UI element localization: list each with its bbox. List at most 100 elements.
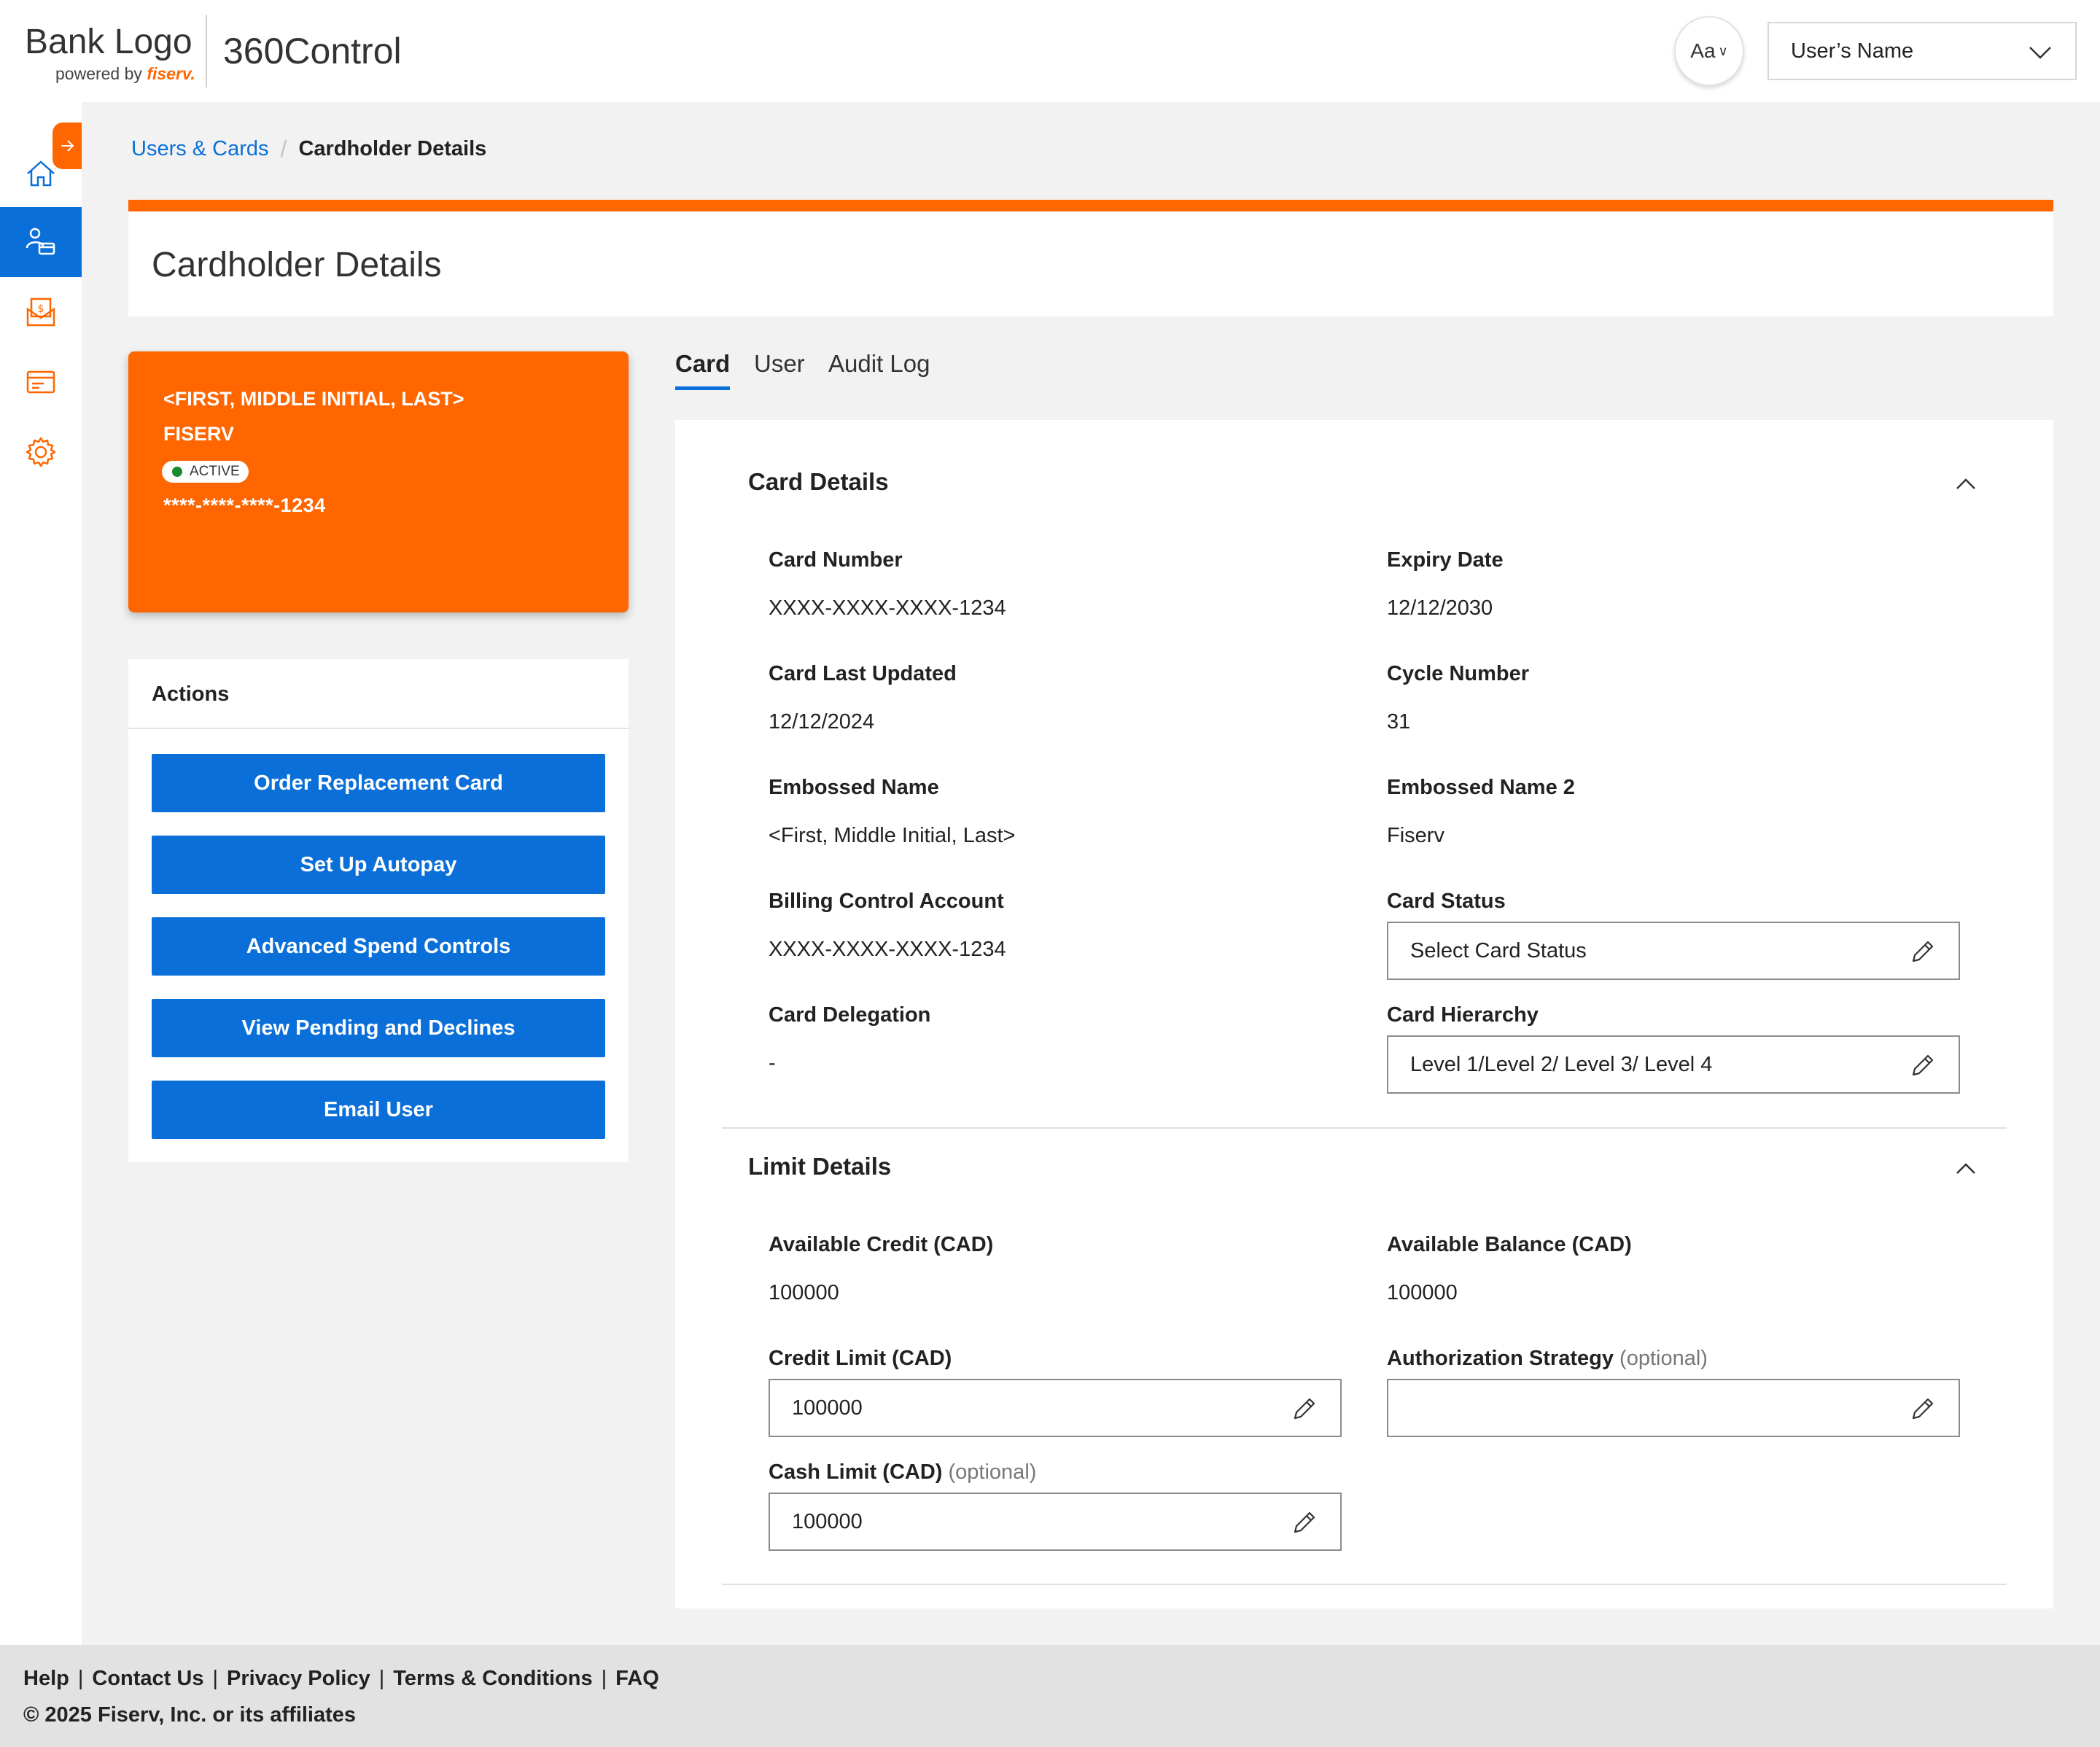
breadcrumb-current: Cardholder Details (298, 137, 487, 160)
nav-item-cards[interactable] (0, 347, 82, 417)
pencil-icon[interactable] (1291, 1509, 1318, 1536)
optional-tag: (optional) (948, 1460, 1037, 1484)
pencil-icon[interactable] (1909, 1051, 1937, 1079)
top-header: Bank Logo powered by fiserv. 360Control … (0, 0, 2100, 102)
authorization-strategy-label-text: Authorization Strategy (1387, 1347, 1614, 1370)
powered-by-text: powered by fiserv. (55, 64, 195, 84)
footer-link-faq[interactable]: FAQ (615, 1667, 659, 1690)
footer-separator: | (77, 1667, 84, 1690)
pencil-icon[interactable] (1909, 938, 1937, 965)
expiry-date-value: 12/12/2030 (1387, 596, 1493, 620)
header-divider (206, 15, 207, 87)
card-number-label: Card Number (769, 548, 903, 572)
home-icon (27, 160, 55, 187)
cycle-number-value: 31 (1387, 710, 1411, 734)
user-menu-dropdown[interactable]: User’s Name (1768, 22, 2077, 80)
card-last-updated-label: Card Last Updated (769, 662, 957, 685)
status-badge: ACTIVE (162, 461, 249, 483)
footer-link-contact-us[interactable]: Contact Us (92, 1667, 203, 1690)
bank-logo[interactable]: Bank Logo powered by fiserv. (25, 22, 200, 87)
limit-details-title: Limit Details (748, 1153, 892, 1180)
actions-panel: Actions Order Replacement Card Set Up Au… (128, 659, 629, 1162)
available-credit-label: Available Credit (CAD) (769, 1233, 994, 1256)
chevron-up-icon[interactable] (1953, 471, 1979, 497)
status-badge-label: ACTIVE (190, 464, 240, 479)
card-status-label: Card Status (1387, 890, 1506, 913)
gear-icon (26, 437, 56, 467)
card-masked-number: ****-****-****-1234 (163, 494, 326, 516)
available-credit-value: 100000 (769, 1281, 839, 1304)
embossed-name-value: <First, Middle Initial, Last> (769, 824, 1016, 847)
font-size-toggle-button[interactable]: Aa ∨ (1674, 16, 1744, 86)
section-divider (722, 1127, 2007, 1129)
view-pending-declines-button[interactable]: View Pending and Declines (152, 999, 605, 1057)
credit-limit-value: 100000 (792, 1396, 863, 1420)
cash-limit-label-text: Cash Limit (CAD) (769, 1460, 943, 1484)
tab-card[interactable]: Card (675, 350, 731, 390)
optional-tag: (optional) (1619, 1347, 1708, 1370)
card-delegation-value: - (769, 1051, 776, 1075)
breadcrumb-link-users-cards[interactable]: Users & Cards (131, 137, 269, 161)
footer-link-privacy-policy[interactable]: Privacy Policy (227, 1667, 370, 1690)
available-balance-value: 100000 (1387, 1281, 1458, 1304)
font-size-label: Aa (1690, 39, 1716, 62)
embossed-name-2-value: Fiserv (1387, 824, 1444, 847)
card-details-title: Card Details (748, 468, 889, 495)
breadcrumb: Users & Cards / Cardholder Details (131, 136, 486, 163)
card-holder-name: <FIRST, MIDDLE INITIAL, LAST> (163, 388, 464, 410)
card-delegation-label: Card Delegation (769, 1003, 931, 1027)
advanced-spend-controls-button[interactable]: Advanced Spend Controls (152, 917, 605, 976)
card-visual: <FIRST, MIDDLE INITIAL, LAST> FISERV ACT… (128, 351, 629, 612)
cash-limit-label: Cash Limit (CAD) (optional) (769, 1460, 1036, 1485)
cash-limit-value: 100000 (792, 1509, 863, 1533)
footer-separator: | (212, 1667, 219, 1690)
footer: Help | Contact Us | Privacy Policy | Terms & C… (0, 1645, 2100, 1747)
set-up-autopay-button[interactable]: Set Up Autopay (152, 836, 605, 894)
page-title-panel: Cardholder Details (128, 200, 2053, 316)
svg-text:$: $ (38, 303, 44, 315)
billing-control-account-value: XXXX-XXXX-XXXX-1234 (769, 938, 1006, 961)
pencil-icon[interactable] (1291, 1395, 1318, 1423)
available-balance-label: Available Balance (CAD) (1387, 1233, 1632, 1256)
footer-link-help[interactable]: Help (23, 1667, 69, 1690)
user-name: User’s Name (1791, 39, 1914, 63)
cash-limit-field[interactable]: 100000 (769, 1493, 1342, 1551)
chevron-down-icon: ∨ (1718, 43, 1728, 58)
authorization-strategy-field[interactable] (1387, 1379, 1960, 1437)
tab-audit-log[interactable]: Audit Log (828, 350, 930, 386)
app-name: 360Control (223, 31, 402, 71)
nav-item-users-cards[interactable] (0, 207, 82, 277)
actions-divider (128, 728, 629, 729)
statement-icon: $ (26, 297, 55, 327)
card-hierarchy-value: Level 1/Level 2/ Level 3/ Level 4 (1410, 1052, 1713, 1076)
nav-item-home[interactable] (0, 139, 82, 209)
chevron-down-icon (2029, 47, 2051, 59)
card-status-field[interactable]: Select Card Status (1387, 922, 1960, 980)
email-user-button[interactable]: Email User (152, 1081, 605, 1139)
bank-logo-text: Bank Logo (25, 23, 192, 61)
cycle-number-label: Cycle Number (1387, 662, 1530, 685)
nav-item-settings[interactable] (0, 417, 82, 487)
footer-separator: | (378, 1667, 385, 1690)
status-dot-icon (172, 467, 182, 477)
chevron-up-icon[interactable] (1953, 1156, 1979, 1182)
actions-title: Actions (152, 682, 230, 706)
card-detail-panel: Card Details Card Number XXXX-XXXX-XXXX-… (675, 420, 2053, 1608)
page-title: Cardholder Details (152, 246, 442, 284)
breadcrumb-separator: / (280, 136, 287, 162)
footer-link-terms[interactable]: Terms & Conditions (393, 1667, 592, 1690)
footer-copyright: © 2025 Fiserv, Inc. or its affiliates (23, 1703, 357, 1727)
powered-by-label: powered by (55, 64, 142, 83)
card-status-value: Select Card Status (1410, 938, 1587, 962)
billing-control-account-label: Billing Control Account (769, 890, 1004, 913)
tab-user[interactable]: User (754, 350, 805, 386)
footer-links: Help | Contact Us | Privacy Policy | Terms & C… (23, 1667, 659, 1691)
card-org-name: FISERV (163, 423, 235, 445)
nav-item-statements[interactable]: $ (0, 277, 82, 347)
side-navigation: $ (0, 102, 82, 1645)
section-divider (722, 1584, 2007, 1585)
card-hierarchy-field[interactable]: Level 1/Level 2/ Level 3/ Level 4 (1387, 1035, 1960, 1094)
order-replacement-card-button[interactable]: Order Replacement Card (152, 754, 605, 812)
pencil-icon[interactable] (1909, 1395, 1937, 1423)
credit-limit-field[interactable]: 100000 (769, 1379, 1342, 1437)
